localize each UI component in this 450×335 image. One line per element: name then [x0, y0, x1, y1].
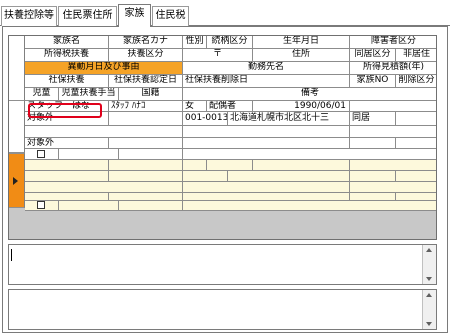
memo-textbox-1[interactable] [8, 244, 437, 285]
col-cohabit: 同居区分 [350, 49, 396, 62]
highlight-box [28, 103, 102, 118]
text-caret [11, 249, 12, 261]
record-2-estimated-income[interactable] [350, 182, 436, 193]
record-1-social-dependent[interactable]: 対象外 [25, 138, 109, 149]
memo-2-scrollbar[interactable] [422, 290, 436, 329]
scroll-up-icon[interactable] [426, 248, 432, 252]
memo-textbox-2[interactable] [8, 289, 437, 330]
col-family-no: 家族NO [350, 75, 396, 88]
record-1-relation[interactable]: 配偶者 [207, 101, 253, 112]
record-2-remarks[interactable] [183, 201, 436, 211]
record-2-dependent-type[interactable] [109, 171, 183, 182]
col-nationality: 国籍 [119, 88, 183, 101]
tab-resident-address[interactable]: 住民票住所 [58, 6, 117, 26]
record-2-social-cert-date[interactable] [109, 193, 183, 201]
current-row-marker[interactable] [9, 154, 25, 208]
record-1-nonresident[interactable] [396, 112, 436, 126]
col-estimated-income: 所得見積額(年) [350, 62, 436, 75]
scroll-down-icon[interactable] [426, 322, 432, 326]
record-2-nationality[interactable] [119, 201, 183, 211]
record-1-remarks[interactable] [183, 149, 436, 160]
record-1-cohabit[interactable]: 同居 [350, 112, 396, 126]
col-family-name: 家族名 [25, 36, 109, 49]
record-2-delete-flag[interactable] [396, 193, 436, 201]
row-header-column [9, 36, 25, 239]
record-2-postal[interactable] [183, 171, 228, 182]
col-dependent-type: 扶養区分 [109, 49, 183, 62]
record-2-child-allowance[interactable] [59, 201, 119, 211]
record-2-birthdate[interactable] [253, 160, 350, 171]
tab-bar: 扶養控除等 住民票住所 家族 住民税 [0, 0, 450, 27]
record-1-dependent-type[interactable] [109, 112, 183, 126]
record-1-social-delete-date[interactable] [183, 138, 350, 149]
record-2-nonresident[interactable] [396, 171, 436, 182]
record-2-family-name[interactable] [25, 160, 109, 171]
col-tax-dependent: 所得税扶養 [25, 49, 109, 62]
record-1-gender[interactable]: 女 [183, 101, 207, 112]
scroll-up-icon[interactable] [426, 293, 432, 297]
col-delete-flag: 削除区分 [396, 75, 436, 88]
col-disability: 障害者区分 [350, 36, 436, 49]
col-change-date-reason: 異動月日及び事由 [25, 62, 183, 75]
col-child-allowance: 児童扶養手当 [59, 88, 119, 101]
col-remarks: 備考 [183, 88, 436, 101]
current-row-arrow-icon [13, 176, 18, 185]
record-1-family-no[interactable] [350, 138, 396, 149]
col-gender: 性別 [183, 36, 207, 49]
record-1-nationality[interactable] [119, 149, 183, 160]
col-birthdate: 生年月日 [253, 36, 350, 49]
record-2-child-checkbox[interactable] [37, 201, 45, 209]
record-2-change-reason[interactable] [25, 182, 183, 193]
record-2-tax-dependent[interactable] [25, 171, 109, 182]
scroll-down-icon[interactable] [426, 277, 432, 281]
record-2-address[interactable] [228, 171, 350, 182]
record-1-child[interactable] [25, 149, 59, 160]
header-corner [9, 36, 25, 101]
record-2-child[interactable] [25, 201, 59, 211]
record-1-kana[interactable]: ｽﾀｯﾌ ﾊﾅｺ [109, 101, 183, 112]
tab-deduction[interactable]: 扶養控除等 [1, 6, 57, 26]
col-social-cert-date: 社保扶養認定日 [109, 75, 183, 88]
memo-1-scrollbar[interactable] [422, 245, 436, 284]
record-1-change-reason[interactable] [25, 126, 183, 138]
record-1-child-allowance[interactable] [59, 149, 119, 160]
record-1-address[interactable]: 北海道札幌市北区北十三 [228, 112, 350, 126]
record-2-workplace[interactable] [183, 182, 350, 193]
col-social-dependent: 社保扶養 [25, 75, 109, 88]
record-2-family-no[interactable] [350, 193, 396, 201]
record-2-social-delete-date[interactable] [183, 193, 350, 201]
col-nonresident: 非居住 [396, 49, 436, 62]
tab-resident-tax[interactable]: 住民税 [152, 6, 189, 26]
record-1-delete-flag[interactable] [396, 138, 436, 149]
record-2-disability[interactable] [350, 160, 436, 171]
record-1-birthdate[interactable]: 1990/06/01 [253, 101, 350, 112]
col-relation: 続柄区分 [207, 36, 253, 49]
col-child: 児童 [25, 88, 59, 101]
record-1-estimated-income[interactable] [350, 126, 436, 138]
record-1-postal[interactable]: 001-0013 [183, 112, 228, 126]
col-postal: 〒 [183, 49, 253, 62]
record-1-child-checkbox[interactable] [37, 150, 45, 158]
col-workplace: 勤務先名 [183, 62, 350, 75]
record-1-marker[interactable] [9, 101, 25, 153]
record-2-kana[interactable] [109, 160, 183, 171]
col-address: 住所 [253, 49, 350, 62]
record-2-gender[interactable] [183, 160, 207, 171]
record-2-social-dependent[interactable] [25, 193, 109, 201]
record-1-disability[interactable] [350, 101, 436, 112]
record-1-workplace[interactable] [183, 126, 350, 138]
family-grid: 家族名 家族名カナ 性別 続柄区分 生年月日 障害者区分 所得税扶養 扶養区分 … [8, 35, 437, 240]
record-2-relation[interactable] [207, 160, 253, 171]
record-2-cohabit[interactable] [350, 171, 396, 182]
col-social-delete-date: 社保扶養削除日 [183, 75, 350, 88]
record-1-social-cert-date[interactable] [109, 138, 183, 149]
col-family-kana: 家族名カナ [109, 36, 183, 49]
tab-family[interactable]: 家族 [118, 4, 151, 27]
